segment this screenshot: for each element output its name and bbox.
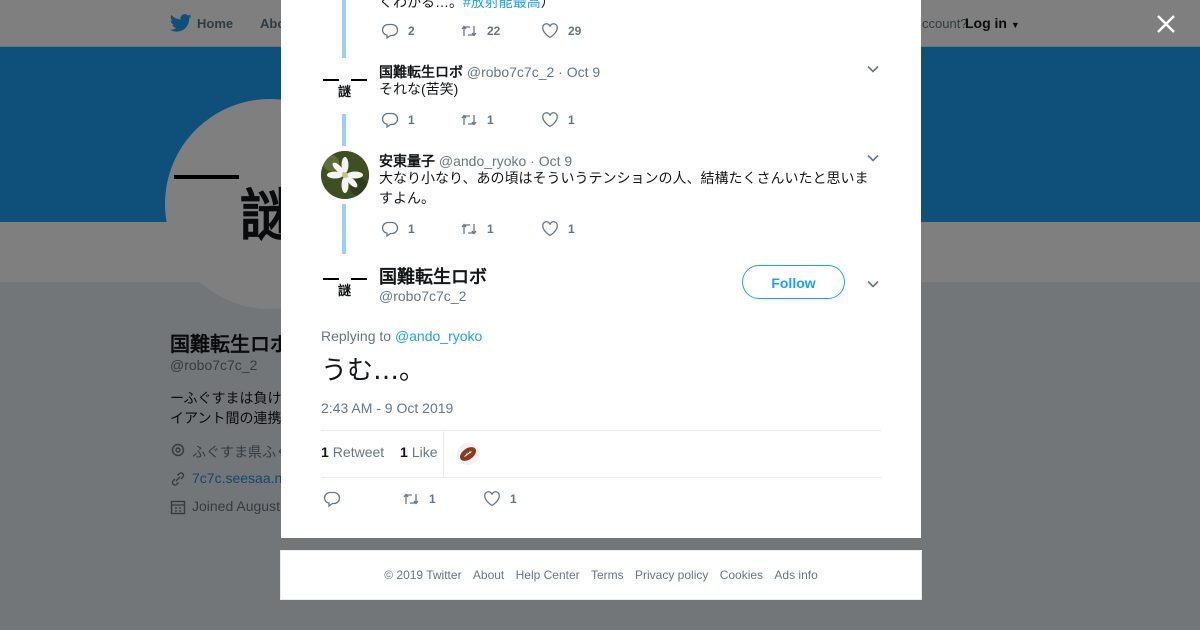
divider: [321, 477, 881, 478]
tweet-actions: 1 1 1: [381, 111, 621, 129]
reply-count: 1: [408, 113, 415, 127]
retweet-icon: [461, 223, 477, 235]
like-count: 29: [568, 24, 582, 38]
heart-icon: [542, 112, 558, 128]
tweet-actions: 1 1: [323, 490, 563, 508]
user-handle[interactable]: @ando_ryoko: [439, 153, 526, 169]
user-name[interactable]: 国難転生ロボ: [379, 263, 487, 289]
tweet-text-end: ）: [540, 0, 555, 10]
footer-copyright: © 2019 Twitter: [384, 568, 462, 582]
like-count: 1: [568, 113, 575, 127]
main-tweet-text: うむ…。: [321, 356, 426, 386]
footer: © 2019 Twitter About Help Center Terms P…: [280, 550, 922, 600]
retweet-icon: [403, 493, 419, 505]
user-name[interactable]: 国難転生ロボ: [379, 64, 463, 80]
like-count: 1: [510, 492, 517, 506]
liker-avatar-football-icon[interactable]: [457, 443, 479, 465]
avatar-bar: [323, 79, 339, 81]
tweet-actions: 1 1 1: [381, 220, 621, 238]
replying-prefix: Replying to: [321, 328, 392, 344]
chevron-down-icon[interactable]: [866, 62, 880, 76]
tweet-timestamp[interactable]: 2:43 AM - 9 Oct 2019: [321, 400, 453, 416]
retweet-icon: [461, 114, 477, 126]
user-handle[interactable]: @robo7c7c_2: [379, 288, 466, 304]
replying-to-link[interactable]: @ando_ryoko: [395, 328, 482, 344]
like-stat[interactable]: 1 Like: [400, 444, 437, 460]
reply-count: 2: [408, 24, 415, 38]
thread-line: [342, 204, 346, 254]
tweet-date[interactable]: Oct 9: [567, 64, 600, 80]
reply-icon: [381, 23, 399, 40]
footer-link-about[interactable]: About: [473, 568, 504, 582]
avatar-bar: [351, 278, 367, 280]
retweet-stat-label: Retweet: [332, 444, 385, 460]
footer-link-help-center[interactable]: Help Center: [516, 568, 580, 582]
chevron-down-icon[interactable]: [866, 277, 880, 291]
tweet-text-partial: くわかる…。: [379, 0, 463, 10]
retweet-count: 1: [487, 222, 494, 236]
reply-icon: [381, 112, 399, 129]
flower-image: [321, 151, 369, 199]
thread-line: [342, 114, 346, 146]
retweet-count: 22: [487, 24, 501, 38]
avatar[interactable]: 謎: [321, 260, 369, 308]
footer-link-ads-info[interactable]: Ads info: [774, 568, 817, 582]
separator-dot: ·: [530, 153, 535, 169]
reply-icon: [381, 221, 399, 238]
like-count: 1: [568, 222, 575, 236]
tweet-modal: くわかる…。#放射能最高） 2 22 29 謎 国難転生ロボ @robo7c7c…: [281, 0, 921, 538]
user-name[interactable]: 安東量子: [379, 153, 435, 169]
retweet-stat[interactable]: 1 Retweet: [321, 444, 384, 460]
heart-icon: [542, 221, 558, 237]
thread-line: [342, 0, 346, 58]
replying-to: Replying to @ando_ryoko: [321, 328, 482, 344]
footer-link-terms[interactable]: Terms: [591, 568, 624, 582]
user-handle[interactable]: @robo7c7c_2: [467, 64, 554, 80]
retweet-icon: [461, 25, 477, 37]
tweet-stats: 1 Retweet 1 Like: [321, 444, 438, 460]
like-stat-label: Like: [411, 444, 438, 460]
tweet-text: それな(苦笑): [379, 81, 459, 97]
retweet-count: 1: [429, 492, 436, 506]
avatar-bar: [351, 79, 367, 81]
separator-dot: ·: [558, 64, 563, 80]
avatar-glyph: 謎: [338, 85, 352, 100]
avatar-bar: [323, 278, 339, 280]
avatar-glyph: 謎: [338, 284, 352, 299]
heart-icon: [484, 491, 500, 507]
divider: [443, 431, 444, 477]
divider: [321, 430, 881, 431]
hashtag-link[interactable]: #放射能最高: [463, 0, 541, 10]
tweet-text: 大なり小なり、あの頃はそういうテンションの人、結構たくさんいたと思いますよん。: [379, 170, 869, 206]
tweet-actions: 2 22 29: [381, 22, 621, 40]
close-icon[interactable]: [1155, 13, 1177, 35]
retweet-stat-count: 1: [321, 444, 329, 460]
avatar[interactable]: [321, 151, 369, 199]
avatar[interactable]: 謎: [321, 61, 369, 109]
footer-link-cookies[interactable]: Cookies: [720, 568, 763, 582]
footer-link-privacy[interactable]: Privacy policy: [635, 568, 708, 582]
reply-count: 1: [408, 222, 415, 236]
reply-icon: [323, 491, 341, 508]
like-stat-count: 1: [400, 444, 408, 460]
retweet-count: 1: [487, 113, 494, 127]
tweet-text: くわかる…。#放射能最高）: [379, 0, 555, 12]
heart-icon: [542, 23, 558, 39]
follow-button[interactable]: Follow: [742, 265, 845, 299]
tweet-date[interactable]: Oct 9: [539, 153, 572, 169]
chevron-down-icon[interactable]: [866, 151, 880, 165]
